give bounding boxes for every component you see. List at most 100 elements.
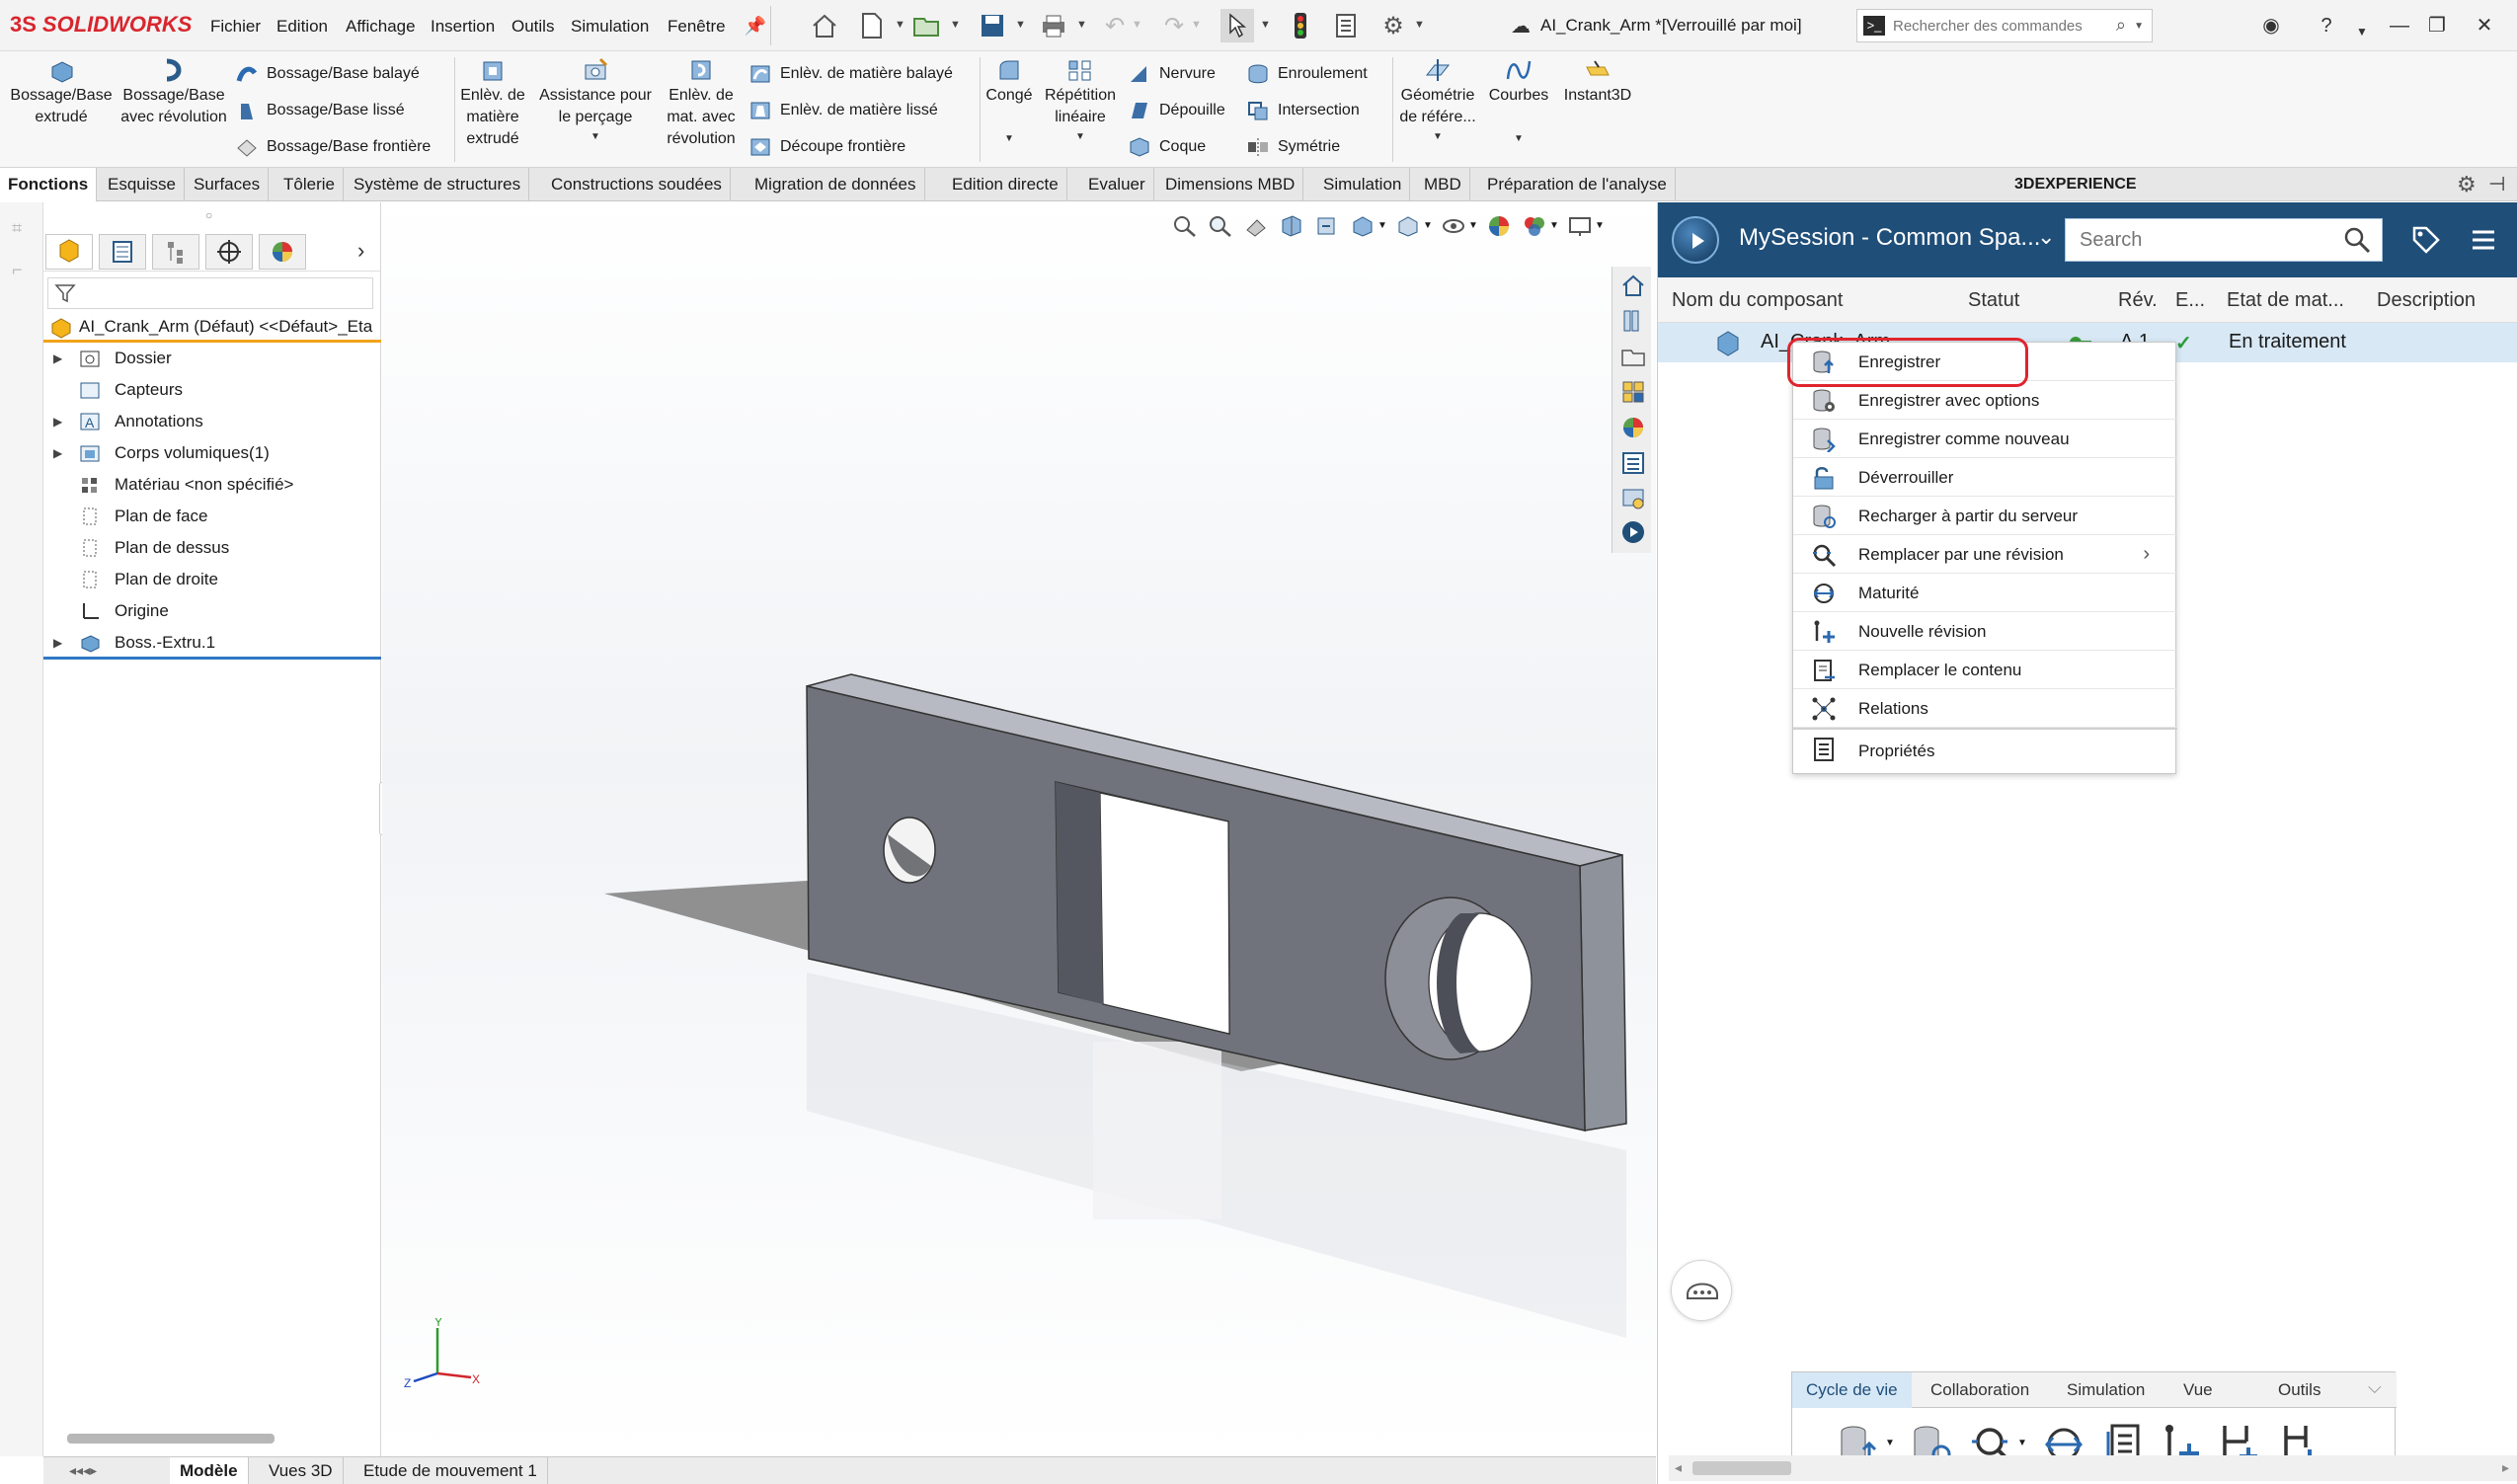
tree-item-origine[interactable]: Origine	[43, 595, 381, 627]
hamburger-menu-icon[interactable]	[2470, 226, 2497, 254]
instant3d-button[interactable]: Instant3D	[1558, 57, 1637, 107]
tab-esquisse[interactable]: Esquisse	[100, 168, 185, 201]
select-cursor-icon[interactable]	[1220, 9, 1254, 42]
home-icon[interactable]	[808, 9, 841, 42]
rollback-bar[interactable]	[43, 657, 381, 660]
tab-edition-directe[interactable]: Edition directe	[944, 168, 1067, 201]
collapse-action-bar-icon[interactable]: ⌵	[2368, 1377, 2382, 1398]
chevron-down-icon[interactable]: ⌄	[2037, 224, 2055, 250]
tree-item-plan-droite[interactable]: Plan de droite	[43, 564, 381, 595]
tree-item-plan-dessus[interactable]: Plan de dessus	[43, 532, 381, 564]
tree-item-materiau[interactable]: Matériau <non spécifié>	[43, 469, 381, 501]
save-icon[interactable]	[976, 9, 1009, 42]
boundary-cut-button[interactable]: Découpe frontière	[748, 132, 905, 162]
extruded-boss-button[interactable]: Bossage/Base extrudé	[6, 57, 117, 128]
horizontal-scrollbar[interactable]	[67, 1434, 275, 1444]
chevron-down-icon[interactable]: ▼	[1039, 126, 1122, 148]
tab-scroll-arrows-icon[interactable]: ◂◂◂▸	[69, 1462, 97, 1479]
tab-3dexperience[interactable]: 3DEXPERIENCE	[2014, 168, 2137, 201]
menu-item-deverrouiller[interactable]: Déverrouiller	[1793, 458, 2177, 497]
tab-mbd[interactable]: MBD	[1416, 168, 1470, 201]
design-library-icon[interactable]	[1620, 308, 1646, 334]
revolved-boss-button[interactable]: Bossage/Base avec révolution	[118, 57, 229, 128]
scroll-left-icon[interactable]: ◂	[1675, 1459, 1682, 1476]
tab-tolerie[interactable]: Tôlerie	[275, 168, 344, 201]
tab-configuration-manager[interactable]	[152, 234, 199, 270]
command-search[interactable]: >_ ⌕ ▼	[1856, 9, 2153, 42]
3dexperience-compass-icon[interactable]	[1620, 519, 1646, 545]
rib-button[interactable]: Nervure	[1128, 59, 1216, 89]
tab-migration-donnees[interactable]: Migration de données	[747, 168, 925, 201]
sketch-tool-icon[interactable]: ⌗	[12, 218, 22, 239]
filter-box[interactable]	[47, 277, 373, 309]
tab-simulation[interactable]: Simulation	[2053, 1372, 2159, 1408]
chevron-down-icon[interactable]: ▼	[1483, 128, 1554, 150]
tree-item-capteurs[interactable]: Capteurs	[43, 374, 381, 406]
chevron-down-icon[interactable]: ▼	[1885, 1438, 1895, 1448]
chevron-down-icon[interactable]: ▼	[950, 19, 961, 31]
close-icon[interactable]: ✕	[2465, 10, 2504, 41]
redo-icon[interactable]: ↷	[1157, 9, 1191, 42]
menu-insertion[interactable]: Insertion	[431, 17, 495, 37]
tab-vue[interactable]: Vue	[2169, 1372, 2227, 1408]
column-etat-maturite[interactable]: Etat de mat...	[2227, 289, 2344, 312]
options-gear-icon[interactable]: ⚙	[1376, 9, 1410, 42]
tab-simulation[interactable]: Simulation	[1315, 168, 1411, 201]
tab-modele[interactable]: Modèle	[170, 1457, 249, 1484]
revolved-cut-button[interactable]: Enlèv. de mat. avec révolution	[660, 57, 743, 150]
tree-item-corps-volumiques[interactable]: ▶ Corps volumiques(1)	[43, 437, 381, 469]
pin-icon[interactable]: 📌	[739, 9, 772, 42]
crank-arm-model[interactable]	[382, 202, 1656, 1456]
command-search-input[interactable]	[1893, 14, 2110, 38]
chevron-right-icon[interactable]: ›	[357, 238, 364, 264]
tab-constructions-soudees[interactable]: Constructions soudées	[543, 168, 731, 201]
undo-icon[interactable]: ↶	[1098, 9, 1132, 42]
chevron-down-icon[interactable]: ▼	[982, 128, 1037, 150]
tab-dimensions-mbd[interactable]: Dimensions MBD	[1157, 168, 1304, 201]
menu-item-relations[interactable]: Relations	[1793, 689, 2177, 728]
chevron-down-icon[interactable]: ▼	[2017, 1438, 2027, 1448]
lofted-cut-button[interactable]: Enlèv. de matière lissé	[748, 96, 938, 125]
forum-icon[interactable]	[1620, 486, 1646, 511]
tab-feature-tree[interactable]	[45, 234, 93, 270]
boundary-boss-button[interactable]: Bossage/Base frontière	[235, 132, 431, 162]
search-icon[interactable]	[2342, 225, 2372, 255]
search-icon[interactable]: ⌕	[2116, 15, 2126, 36]
chevron-down-icon[interactable]: ▼	[1394, 126, 1481, 148]
hole-wizard-button[interactable]: Assistance pour le perçage ▼	[533, 57, 658, 148]
minimize-icon[interactable]: —	[2380, 10, 2419, 41]
expand-arrow-icon[interactable]: ▶	[53, 627, 62, 659]
chevron-down-icon[interactable]: ▼	[2342, 16, 2382, 47]
tree-item-boss-extru[interactable]: ▶ Boss.-Extru.1	[43, 627, 381, 659]
xp-horizontal-scrollbar[interactable]: ◂ ▸	[1669, 1455, 2517, 1481]
chevron-down-icon[interactable]: ▼	[533, 126, 658, 148]
tab-collaboration[interactable]: Collaboration	[1917, 1372, 2043, 1408]
tab-property-manager[interactable]	[99, 234, 146, 270]
swept-boss-button[interactable]: Bossage/Base balayé	[235, 59, 420, 89]
solidworks-resources-icon[interactable]	[1620, 273, 1646, 298]
new-document-icon[interactable]	[855, 9, 889, 42]
column-revision[interactable]: Rév.	[2118, 289, 2158, 312]
column-e[interactable]: E...	[2175, 289, 2205, 312]
pin-panel-icon[interactable]: ⊣	[2488, 172, 2505, 196]
fillet-button[interactable]: Congé ▼	[982, 57, 1037, 150]
menu-item-nouvelle-revision[interactable]: Nouvelle révision	[1793, 612, 2177, 651]
tab-surfaces[interactable]: Surfaces	[186, 168, 270, 201]
tree-item-plan-face[interactable]: Plan de face	[43, 501, 381, 532]
expand-arrow-icon[interactable]: ▶	[53, 437, 62, 469]
tree-item-dossier[interactable]: ▶ Dossier	[43, 343, 381, 374]
column-statut[interactable]: Statut	[1968, 289, 2019, 312]
appearances-icon[interactable]	[1620, 415, 1646, 440]
view-palette-icon[interactable]	[1620, 379, 1646, 405]
file-explorer-icon[interactable]	[1620, 344, 1646, 369]
intersect-button[interactable]: Intersection	[1246, 96, 1360, 125]
tag-icon[interactable]	[2410, 224, 2442, 256]
menu-item-remplacer-revision[interactable]: Remplacer par une révision ›	[1793, 535, 2177, 574]
sketch-line-icon[interactable]: ⌐	[12, 260, 23, 280]
column-description[interactable]: Description	[2377, 289, 2476, 312]
menu-item-maturite[interactable]: Maturité	[1793, 574, 2177, 612]
shell-button[interactable]: Coque	[1128, 132, 1206, 162]
column-nom-composant[interactable]: Nom du composant	[1672, 289, 1843, 312]
session-selector[interactable]: MySession - Common Spa...	[1739, 224, 2040, 252]
menu-simulation[interactable]: Simulation	[571, 17, 649, 37]
